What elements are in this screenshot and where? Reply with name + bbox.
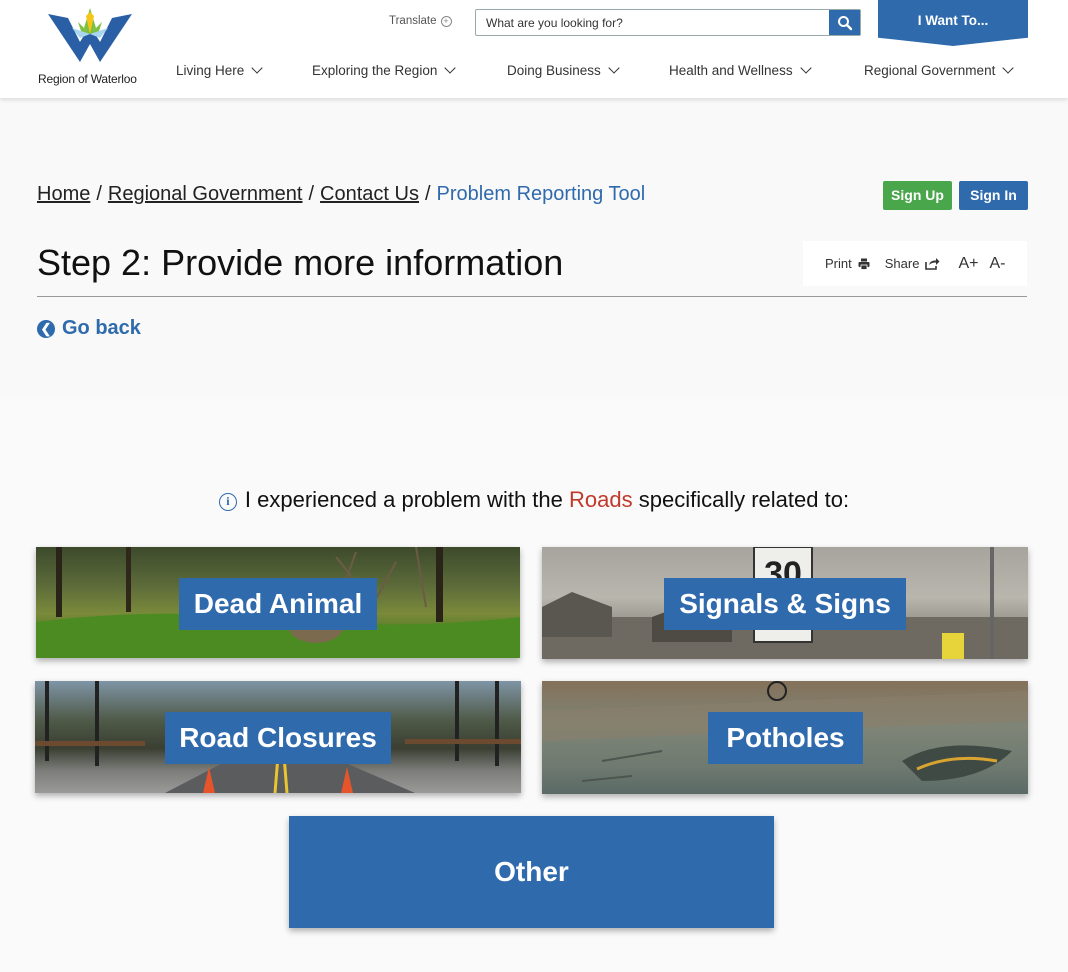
font-increase-button[interactable]: A+: [958, 255, 978, 273]
nav-doing-business[interactable]: Doing Business: [507, 62, 620, 78]
search-box: [475, 9, 861, 36]
tile-label: Dead Animal: [179, 578, 377, 630]
title-divider: [37, 296, 1027, 297]
nav-label: Living Here: [176, 63, 245, 78]
site-header: Region of Waterloo Translate + I Want To…: [0, 0, 1068, 98]
nav-living-here[interactable]: Living Here: [176, 62, 263, 78]
tile-dead-animal[interactable]: Dead Animal: [36, 547, 520, 658]
page-tools: Print Share A+ A-: [803, 241, 1027, 286]
tile-road-closures[interactable]: Road Closures: [35, 681, 521, 793]
i-want-to-button[interactable]: I Want To...: [878, 0, 1028, 46]
printer-icon: [858, 258, 870, 270]
tile-signals-and-signs[interactable]: 30 Signals & Signs: [542, 547, 1028, 659]
breadcrumb-separator: /: [96, 183, 102, 205]
chevron-down-icon: [608, 62, 620, 74]
category-question: iI experienced a problem with the Roads …: [0, 487, 1068, 513]
nav-health-and-wellness[interactable]: Health and Wellness: [669, 62, 812, 78]
breadcrumb: Home / Regional Government / Contact Us / Prob…: [37, 183, 645, 206]
sign-in-button[interactable]: Sign In: [959, 181, 1028, 210]
search-icon: [837, 15, 852, 30]
tile-other[interactable]: Other: [289, 816, 774, 928]
logo-mark-icon: [48, 8, 132, 62]
go-back-link[interactable]: ❮ Go back: [37, 317, 141, 340]
breadcrumb-contact-us[interactable]: Contact Us: [320, 183, 419, 205]
nav-label: Health and Wellness: [669, 63, 793, 78]
print-button[interactable]: Print: [825, 256, 870, 271]
go-back-label: Go back: [62, 317, 141, 339]
print-label: Print: [825, 256, 852, 271]
chevron-down-icon: [799, 62, 812, 74]
chevron-down-icon: [251, 62, 263, 74]
page-title: Step 2: Provide more information: [37, 242, 564, 283]
translate-label: Translate: [389, 15, 437, 27]
chevron-down-icon: [1002, 62, 1014, 74]
question-suffix: specifically related to:: [638, 487, 850, 512]
nav-label: Regional Government: [864, 63, 996, 78]
search-input[interactable]: [476, 10, 830, 35]
chevron-down-icon: [444, 62, 457, 74]
share-icon: [925, 258, 940, 270]
breadcrumb-regional-government[interactable]: Regional Government: [108, 183, 303, 205]
question-prefix: I experienced a problem with the: [244, 487, 563, 512]
tile-label: Road Closures: [165, 712, 391, 764]
font-decrease-button[interactable]: A-: [989, 255, 1005, 273]
nav-regional-government[interactable]: Regional Government: [864, 62, 1014, 78]
search-button[interactable]: [829, 10, 860, 35]
breadcrumb-home[interactable]: Home: [37, 183, 90, 205]
breadcrumb-separator: /: [424, 183, 431, 205]
tile-label: Potholes: [708, 712, 863, 764]
info-icon: i: [218, 493, 237, 511]
tile-potholes[interactable]: Potholes: [542, 681, 1028, 794]
tile-label: Signals & Signs: [664, 578, 906, 630]
breadcrumb-current: Problem Reporting Tool: [436, 183, 646, 205]
share-button[interactable]: Share: [885, 256, 941, 271]
sign-up-button[interactable]: Sign Up: [883, 181, 952, 210]
share-label: Share: [884, 256, 920, 271]
chevron-left-circle-icon: ❮: [37, 319, 55, 338]
question-highlight: Roads: [569, 487, 633, 512]
plus-circle-icon: +: [440, 15, 452, 27]
tile-label: Other: [494, 856, 569, 887]
nav-label: Doing Business: [507, 63, 601, 78]
breadcrumb-separator: /: [308, 183, 315, 205]
main-nav: Living Here Exploring the Region Doing B…: [0, 62, 1068, 85]
translate-button[interactable]: Translate +: [389, 15, 452, 27]
nav-exploring-the-region[interactable]: Exploring the Region: [312, 62, 457, 78]
nav-label: Exploring the Region: [312, 63, 438, 78]
